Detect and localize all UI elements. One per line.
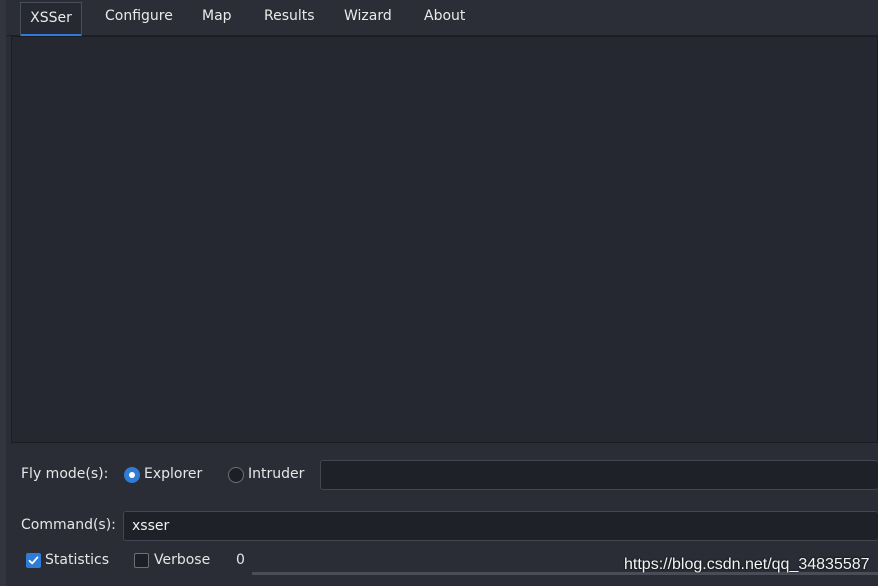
verbose-checkbox[interactable] [134,553,149,568]
verbose-level-value: 0 [236,552,245,568]
window-left-edge [0,0,6,586]
verbose-label[interactable]: Verbose [154,552,210,568]
main-output-panel [11,36,878,443]
intruder-radio[interactable] [228,467,244,483]
tab-about[interactable]: About [424,0,465,33]
command-label: Command(s): [21,517,116,533]
watermark-text: https://blog.csdn.net/qq_34835587 [624,556,870,573]
explorer-radio[interactable] [124,467,140,483]
statistics-checkbox[interactable] [26,553,41,568]
fly-mode-target-input[interactable] [320,460,878,490]
checkmark-icon [28,556,39,565]
fly-mode-label: Fly mode(s): [21,466,109,482]
tab-bar: XSSer Configure Map Results Wizard About [6,0,878,37]
command-input[interactable] [123,511,878,541]
tab-map[interactable]: Map [202,0,232,33]
intruder-radio-label[interactable]: Intruder [248,466,304,482]
tab-xsser[interactable]: XSSer [20,2,82,37]
tab-configure[interactable]: Configure [105,0,173,33]
tab-results[interactable]: Results [264,0,315,33]
tab-wizard[interactable]: Wizard [344,0,392,33]
statistics-label[interactable]: Statistics [45,552,109,568]
explorer-radio-label[interactable]: Explorer [144,466,202,482]
